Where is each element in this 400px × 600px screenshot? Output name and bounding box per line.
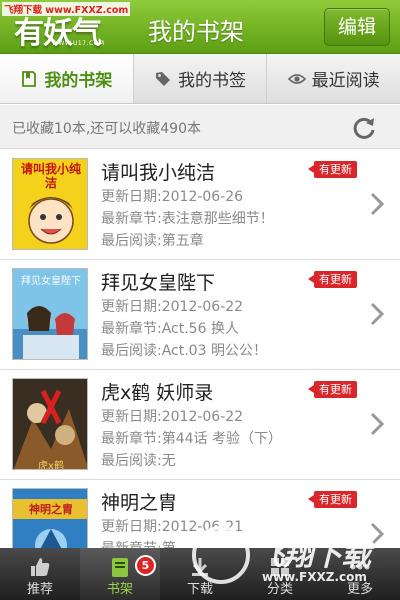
book-update-date: 更新日期:2012-06-26	[101, 189, 244, 205]
tab-bar: 我的书架 我的书签 最近阅读	[0, 54, 400, 104]
more-icon	[350, 564, 370, 570]
nav-label: 分类	[266, 582, 293, 597]
book-cover: 虎x鹤	[12, 378, 88, 470]
bookshelf-icon	[112, 558, 128, 577]
book-latest-chapter: 最新章节:Act.56 换人	[101, 321, 239, 337]
book-item[interactable]: 神明之胄 神明之胄 有更新 更新日期:2012-06-21 最新章节:第	[0, 480, 400, 548]
nav-count-badge: 5	[135, 555, 156, 576]
chevron-right-icon	[370, 522, 385, 546]
tab-label: 我的书架	[44, 71, 113, 91]
nav-label: 下载	[186, 582, 213, 597]
cover-title: 拜见女皇陛下	[21, 276, 81, 287]
tab-my-bookmarks[interactable]: 我的书签	[134, 54, 268, 103]
book-cover: 请叫我小纯洁	[12, 158, 88, 250]
book-list: 请叫我小纯洁 请叫我小纯洁 有更新 更新日期:2012-06-26 最新章节:表…	[0, 150, 400, 548]
tag-icon	[156, 71, 170, 86]
download-icon	[192, 558, 208, 576]
chevron-right-icon	[370, 412, 385, 436]
book-update-date: 更新日期:2012-06-22	[101, 409, 244, 425]
book-title: 虎x鹤 妖师录	[101, 382, 214, 404]
book-update-date: 更新日期:2012-06-22	[101, 299, 244, 315]
book-cover: 拜见女皇陛下	[12, 268, 88, 360]
book-latest-chapter: 最新章节:第44话 考验（下）	[101, 431, 282, 447]
nav-recommend[interactable]: 推荐	[0, 548, 80, 600]
book-title: 神明之胄	[101, 492, 178, 514]
tab-label: 最近阅读	[311, 71, 380, 91]
refresh-icon[interactable]	[350, 114, 378, 142]
update-badge: 有更新	[308, 491, 357, 508]
collection-count-text: 已收藏10本,还可以收藏490本	[12, 121, 201, 137]
book-last-read: 最后阅读:无	[101, 453, 176, 469]
eye-icon	[287, 73, 306, 84]
cover-title: 虎x鹤	[38, 461, 64, 470]
update-badge: 有更新	[308, 381, 357, 398]
chevron-right-icon	[370, 302, 385, 326]
edit-button[interactable]: 编辑	[324, 8, 390, 46]
book-item[interactable]: 虎x鹤 虎x鹤 妖师录 有更新 更新日期:2012-06-22 最新章节:第44…	[0, 370, 400, 480]
collection-status-bar: 已收藏10本,还可以收藏490本	[0, 105, 400, 149]
update-badge: 有更新	[308, 161, 357, 178]
nav-label: 推荐	[26, 582, 53, 597]
tab-label: 我的书签	[178, 71, 246, 91]
watermark-top: 飞翔下载 www.FXXZ.com	[2, 2, 131, 16]
update-badge: 有更新	[308, 271, 357, 288]
book-latest-chapter: 最新章节:表注意那些细节！	[101, 211, 274, 227]
page-title: 我的书架	[148, 18, 244, 46]
logo-url: WWW.U17.COM	[52, 40, 105, 47]
book-title: 请叫我小纯洁	[101, 162, 216, 184]
book-latest-chapter: 最新章节:第	[101, 538, 176, 548]
book-title: 拜见女皇陛下	[101, 272, 216, 294]
book-icon	[22, 70, 37, 87]
nav-label: 更多	[346, 582, 373, 597]
nav-download[interactable]: 下载	[160, 548, 240, 600]
cover-title: 神明之胄	[29, 503, 73, 516]
book-update-date: 更新日期:2012-06-21	[101, 519, 244, 535]
nav-more[interactable]: 更多	[320, 548, 400, 600]
cover-image	[13, 489, 87, 548]
tab-recent-reading[interactable]: 最近阅读	[267, 54, 400, 103]
tab-my-bookshelf[interactable]: 我的书架	[0, 54, 134, 103]
book-item[interactable]: 拜见女皇陛下 拜见女皇陛下 有更新 更新日期:2012-06-22 最新章节:A…	[0, 260, 400, 370]
book-last-read: 最后阅读:Act.03 明公公！	[101, 343, 267, 359]
app-header: 有妖气 WWW.U17.COM 飞翔下载 www.FXXZ.com 我的书架 编…	[0, 0, 400, 54]
thumbs-up-icon	[31, 558, 50, 576]
category-icon	[271, 558, 289, 576]
nav-label: 书架	[106, 582, 133, 597]
book-last-read: 最后阅读:第五章	[101, 233, 204, 249]
nav-bookshelf[interactable]: 书架 5	[80, 548, 160, 600]
book-item[interactable]: 请叫我小纯洁 请叫我小纯洁 有更新 更新日期:2012-06-26 最新章节:表…	[0, 150, 400, 260]
nav-category[interactable]: 分类	[240, 548, 320, 600]
cover-title: 请叫我小纯洁	[20, 162, 81, 190]
chevron-right-icon	[370, 192, 385, 216]
book-cover: 神明之胄	[12, 488, 88, 548]
bottom-nav: 推荐 书架 5 下载 分类 更多	[0, 548, 400, 600]
